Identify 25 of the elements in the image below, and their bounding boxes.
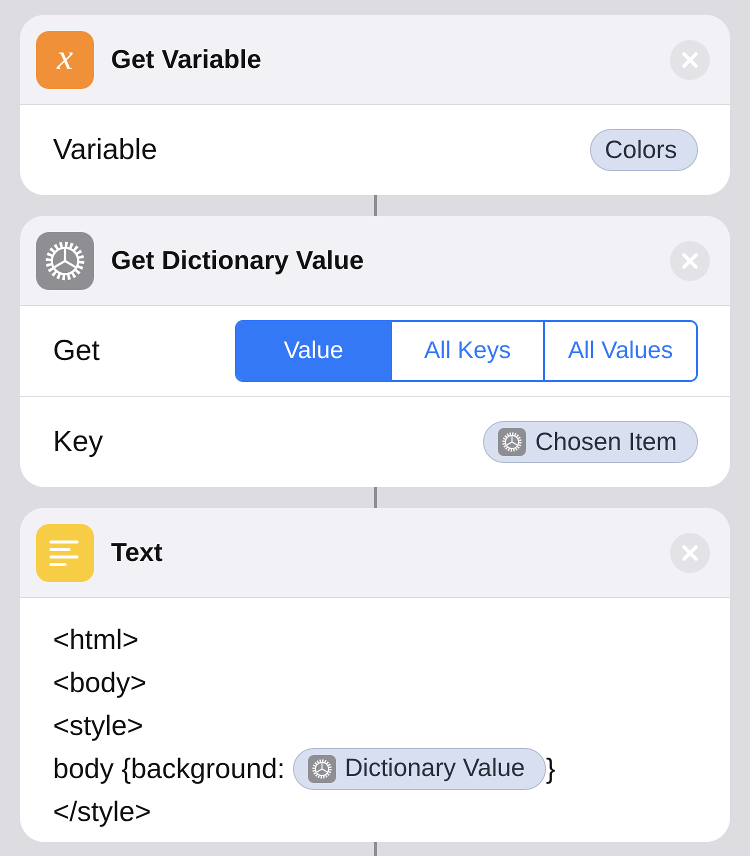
text-lines-icon [36,524,94,582]
action-title: Get Variable [111,44,262,75]
variable-token[interactable]: Chosen Item [483,421,698,463]
close-button[interactable] [670,240,710,280]
gear-icon [498,428,526,456]
close-button[interactable] [670,40,710,80]
code-line: <body> [53,666,146,698]
variable-icon: x [36,30,94,88]
code-line: </style> [53,796,152,828]
settings-icon [36,232,94,290]
variable-token[interactable]: Dictionary Value [292,748,546,790]
segment-tab[interactable]: Value [237,322,390,380]
code-line: body {background: [53,752,286,784]
gear-icon [308,754,336,782]
field-label: Key [53,426,104,458]
segment-tab[interactable]: All Values [543,322,696,380]
code-line: } [546,752,556,784]
action-title: Get Dictionary Value [111,245,365,276]
code-line: <style> [53,710,144,742]
code-line: <html> [53,624,139,656]
variable-token[interactable]: Colors [590,129,698,171]
close-button[interactable] [670,532,710,572]
action-title: Text [111,537,164,568]
field-label: Get [53,334,101,368]
field-label: Variable [53,134,158,166]
